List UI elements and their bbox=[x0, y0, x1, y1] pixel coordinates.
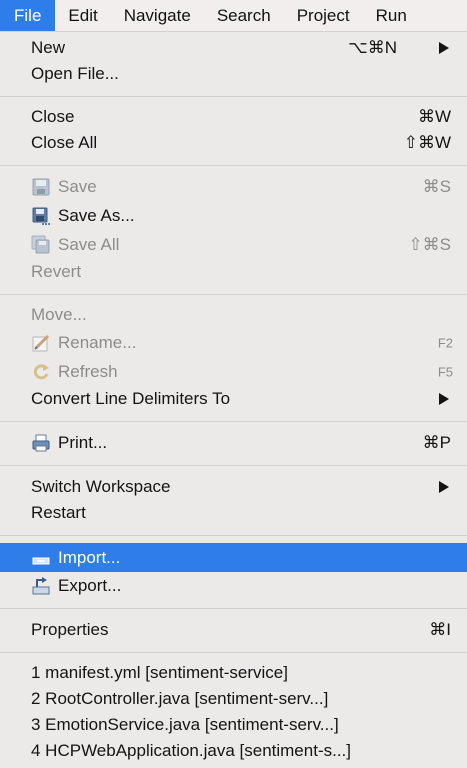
menu-separator bbox=[0, 294, 467, 295]
menu-item-refresh[interactable]: Refresh F5 bbox=[0, 359, 467, 385]
menu-item-properties[interactable]: Properties ⌘I bbox=[0, 617, 467, 643]
submenu-arrow-icon bbox=[439, 481, 449, 493]
printer-icon bbox=[32, 434, 50, 452]
menubar-edit[interactable]: Edit bbox=[55, 0, 110, 31]
submenu-arrow-icon bbox=[439, 393, 449, 405]
menu-item-label: Open File... bbox=[31, 64, 119, 83]
menu-item-switch-workspace[interactable]: Switch Workspace bbox=[0, 474, 467, 500]
menu-item-label: Save As... bbox=[58, 206, 135, 225]
recent-file-label: 3 EmotionService.java [sentiment-serv...… bbox=[31, 715, 339, 734]
menu-item-label: Save All bbox=[58, 235, 120, 254]
shortcut-label: F2 bbox=[437, 335, 453, 351]
menu-item-label: Rename... bbox=[58, 333, 137, 352]
menu-item-new[interactable]: New ⌥⌘N bbox=[0, 35, 467, 61]
menubar-run[interactable]: Run bbox=[363, 0, 420, 31]
menu-item-label: Refresh bbox=[58, 362, 118, 381]
menubar-file[interactable]: File bbox=[0, 0, 56, 31]
recent-file-item[interactable]: 1 manifest.yml [sentiment-service] bbox=[0, 660, 467, 686]
shortcut-label: F5 bbox=[437, 364, 453, 380]
menu-item-label: Save bbox=[58, 177, 97, 196]
menu-item-print[interactable]: Print... ⌘P bbox=[0, 430, 467, 456]
menu-item-close-all[interactable]: Close All ⇧⌘W bbox=[0, 130, 467, 156]
menu-item-move[interactable]: Move... bbox=[0, 302, 467, 328]
menu-item-save[interactable]: Save ⌘S bbox=[0, 174, 467, 200]
menu-item-rename[interactable]: Rename... F2 bbox=[0, 330, 467, 356]
menu-item-label: Close All bbox=[31, 133, 98, 152]
menu-separator bbox=[0, 421, 467, 422]
menubar-project[interactable]: Project bbox=[284, 0, 363, 31]
menu-item-label: Import... bbox=[58, 547, 121, 567]
menu-item-label: Export... bbox=[58, 576, 122, 595]
recent-file-item[interactable]: 4 HCPWebApplication.java [sentiment-s...… bbox=[0, 738, 467, 764]
menu-item-export[interactable]: Export... bbox=[0, 573, 467, 599]
menu-item-label: Properties bbox=[31, 620, 109, 639]
shortcut-label: ⇧⌘S bbox=[408, 235, 451, 254]
menu-item-open-file[interactable]: Open File... bbox=[0, 61, 467, 87]
recent-file-item[interactable]: 3 EmotionService.java [sentiment-serv...… bbox=[0, 712, 467, 738]
import-icon bbox=[32, 557, 50, 564]
menu-separator bbox=[0, 96, 467, 97]
shortcut-label: ⌘I bbox=[429, 620, 451, 639]
shortcut-label: ⌘W bbox=[417, 107, 451, 126]
menu-item-save-all[interactable]: Save All ⇧⌘S bbox=[0, 232, 467, 258]
menu-item-label: Move... bbox=[31, 305, 87, 324]
menu-item-label: Revert bbox=[31, 262, 82, 281]
menu-separator bbox=[0, 535, 467, 536]
file-menu-dropdown: New ⌥⌘N Open File... Close ⌘W Close All … bbox=[0, 32, 467, 768]
menu-separator bbox=[0, 652, 467, 653]
menu-item-label: Restart bbox=[31, 503, 86, 522]
menu-item-label: Close bbox=[31, 107, 75, 126]
menu-item-revert[interactable]: Revert bbox=[0, 259, 467, 285]
menubar-search[interactable]: Search bbox=[204, 0, 284, 31]
menu-item-label: New bbox=[31, 38, 66, 57]
shortcut-label: ⇧⌘W bbox=[403, 133, 451, 152]
recent-file-label: 2 RootController.java [sentiment-serv...… bbox=[31, 689, 329, 708]
recent-file-label: 1 manifest.yml [sentiment-service] bbox=[31, 663, 288, 682]
menu-item-label: Switch Workspace bbox=[31, 477, 171, 496]
menu-separator bbox=[0, 465, 467, 466]
save-all-icon bbox=[31, 235, 50, 254]
menu-separator bbox=[0, 608, 467, 609]
menu-item-convert-line-delimiters[interactable]: Convert Line Delimiters To bbox=[0, 386, 467, 412]
menu-item-close[interactable]: Close ⌘W bbox=[0, 104, 467, 130]
menu-item-label: Convert Line Delimiters To bbox=[31, 389, 231, 408]
menu-item-label: Print... bbox=[58, 433, 108, 452]
export-icon bbox=[32, 577, 50, 595]
recent-file-label: 4 HCPWebApplication.java [sentiment-s...… bbox=[31, 741, 351, 760]
menu-bar: File Edit Navigate Search Project Run bbox=[0, 0, 467, 32]
shortcut-label: ⌘P bbox=[422, 433, 451, 452]
menu-item-import[interactable]: Import... bbox=[0, 543, 467, 572]
menu-item-save-as[interactable]: Save As... bbox=[0, 203, 467, 229]
menubar-navigate[interactable]: Navigate bbox=[111, 0, 204, 31]
menu-separator bbox=[0, 165, 467, 166]
shortcut-label: ⌥⌘N bbox=[348, 38, 397, 57]
submenu-arrow-icon bbox=[439, 42, 449, 54]
rename-icon bbox=[32, 334, 50, 352]
shortcut-label: ⌘S bbox=[422, 177, 451, 196]
save-icon bbox=[32, 178, 50, 196]
refresh-icon bbox=[33, 364, 49, 380]
save-as-icon bbox=[32, 207, 50, 225]
recent-file-item[interactable]: 2 RootController.java [sentiment-serv...… bbox=[0, 686, 467, 712]
menu-item-restart[interactable]: Restart bbox=[0, 500, 467, 526]
